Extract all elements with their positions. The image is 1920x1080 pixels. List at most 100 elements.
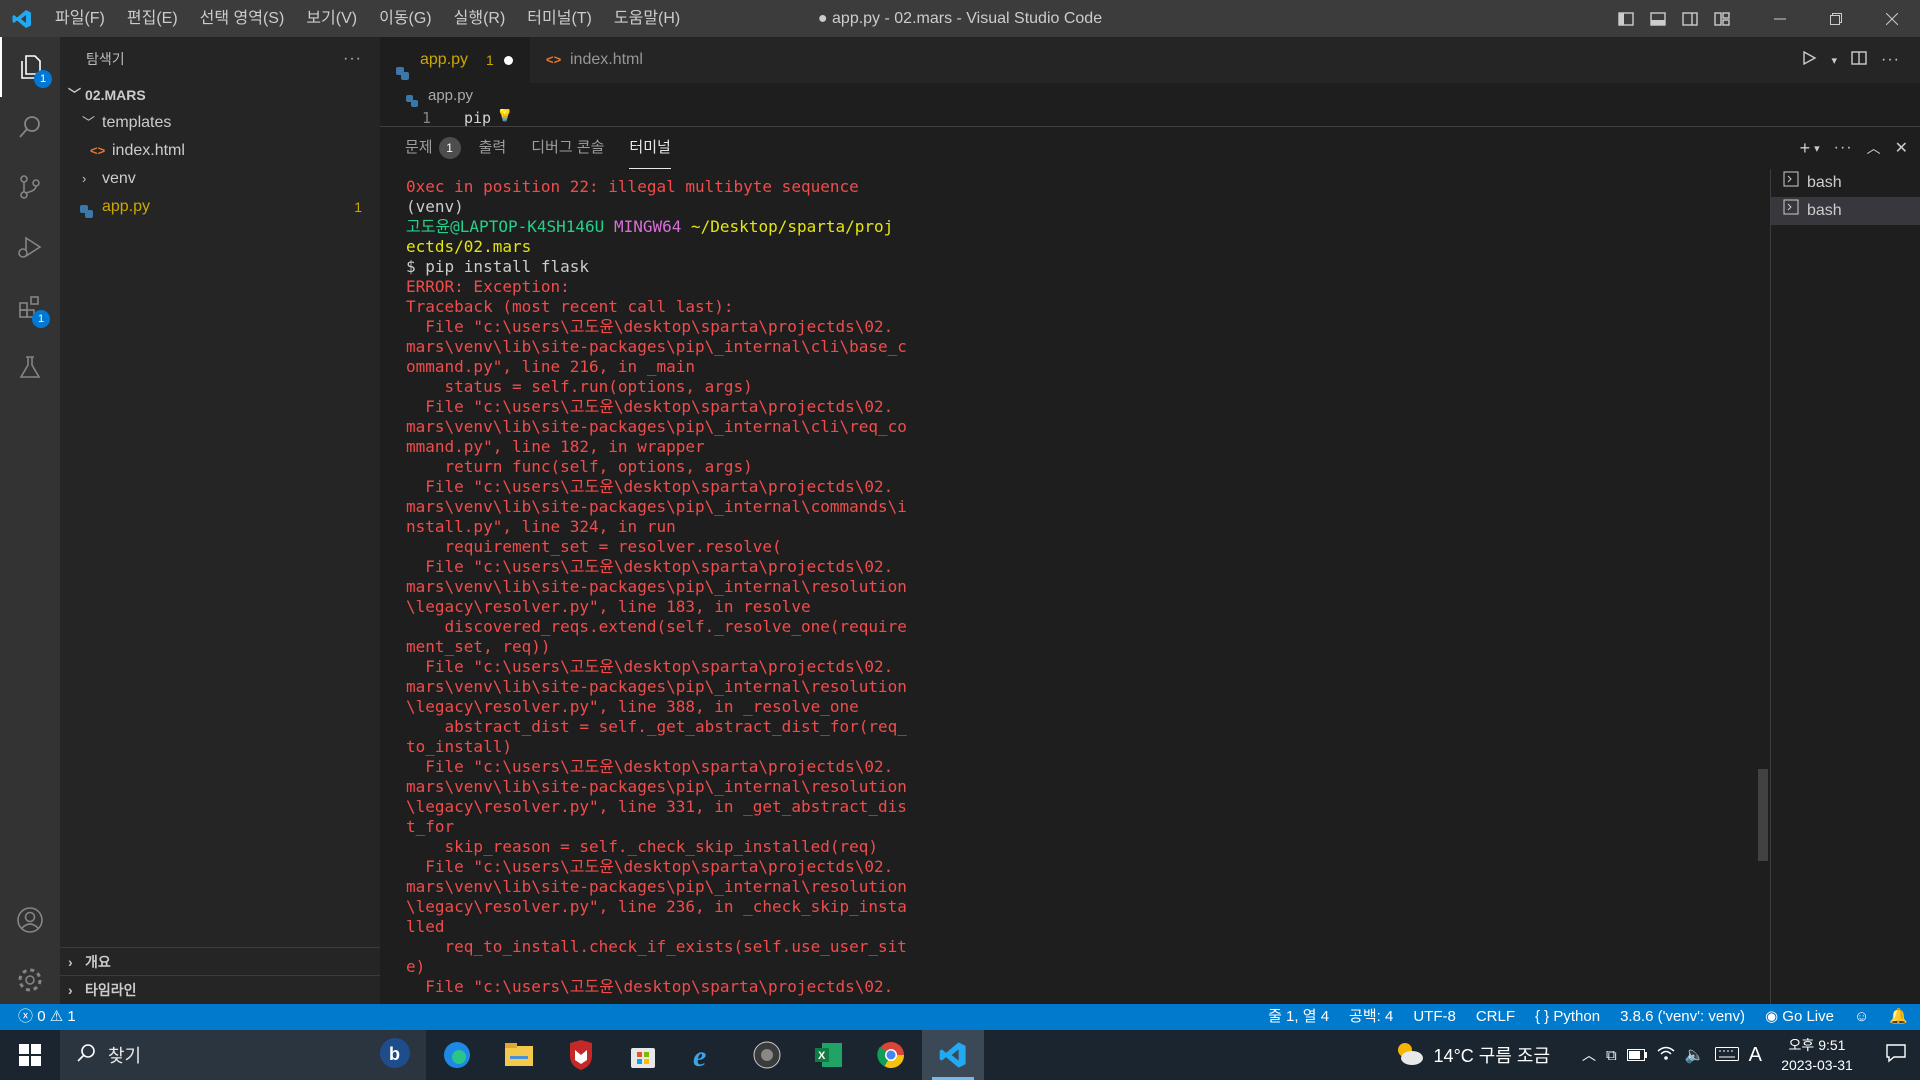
split-editor-icon[interactable] xyxy=(1851,50,1867,71)
extensions-icon[interactable]: 1 xyxy=(0,277,60,337)
code-line[interactable]: 1 pip 💡 xyxy=(380,109,1920,126)
svg-text:e: e xyxy=(693,1040,706,1070)
ms-store-icon[interactable] xyxy=(612,1030,674,1080)
edge-icon[interactable] xyxy=(426,1030,488,1080)
weather-icon[interactable] xyxy=(1394,1040,1424,1071)
terminal-line: \legacy\resolver.py", line 331, in _get_… xyxy=(406,797,907,816)
terminal-line: mars\venv\lib\site-packages\pip\_interna… xyxy=(406,417,907,436)
vscode-taskbar-icon[interactable] xyxy=(922,1030,984,1080)
menu-item[interactable]: 터미널(T) xyxy=(516,0,603,37)
tab-terminal[interactable]: 터미널 xyxy=(629,127,671,169)
keyboard-icon[interactable] xyxy=(1714,1045,1739,1066)
run-debug-icon[interactable] xyxy=(0,217,60,277)
menu-bar: 파일(F) 편집(E) 선택 영역(S) 보기(V) 이동(G) 실행(R) 터미널(T) 도… xyxy=(44,0,691,37)
source-control-icon[interactable] xyxy=(0,157,60,217)
toggle-primary-sidebar-icon[interactable] xyxy=(1610,0,1642,37)
mcafee-icon[interactable] xyxy=(550,1030,612,1080)
tab-index-html[interactable]: <> index.html xyxy=(530,37,680,83)
unsaved-dot-icon[interactable] xyxy=(504,56,513,65)
meet-now-icon[interactable]: ⧉ xyxy=(1606,1047,1617,1064)
problems-status[interactable]: ⓧ 0 ⚠ 1 xyxy=(18,1004,76,1030)
chevron-down-icon[interactable]: ▾ xyxy=(1831,54,1837,67)
accounts-icon[interactable] xyxy=(0,890,60,950)
ime-indicator[interactable]: A xyxy=(1749,1044,1762,1067)
bing-icon[interactable]: b xyxy=(378,1036,412,1075)
volume-icon[interactable]: 🔈 xyxy=(1685,1045,1705,1065)
minimize-icon[interactable] xyxy=(1752,0,1808,37)
timeline-section[interactable]: › 타임라인 xyxy=(60,975,380,1003)
outline-section[interactable]: › 개요 xyxy=(60,947,380,975)
run-python-icon[interactable] xyxy=(1801,50,1817,71)
more-actions-icon[interactable]: ··· xyxy=(1834,139,1853,157)
testing-icon[interactable] xyxy=(0,337,60,397)
obs-icon[interactable] xyxy=(736,1030,798,1080)
close-panel-icon[interactable]: ✕ xyxy=(1895,138,1908,158)
more-actions-icon[interactable]: ··· xyxy=(1881,51,1900,69)
tree-item-index-html[interactable]: <> index.html xyxy=(60,137,380,165)
menu-item[interactable]: 보기(V) xyxy=(295,0,368,37)
tab-problems[interactable]: 문제 1 xyxy=(405,127,461,169)
braces-icon: { } xyxy=(1535,1008,1550,1025)
toggle-secondary-sidebar-icon[interactable] xyxy=(1674,0,1706,37)
terminal-line: mars\venv\lib\site-packages\pip\_interna… xyxy=(406,777,907,796)
new-terminal-icon[interactable]: + xyxy=(1800,138,1811,159)
chevron-up-icon[interactable]: ︿ xyxy=(1582,1045,1596,1065)
close-window-icon[interactable] xyxy=(1864,0,1920,37)
chrome-icon[interactable] xyxy=(860,1030,922,1080)
search-icon[interactable] xyxy=(0,97,60,157)
menu-item[interactable]: 도움말(H) xyxy=(603,0,691,37)
tree-item-app-py[interactable]: app.py 1 xyxy=(60,193,380,221)
wifi-icon[interactable] xyxy=(1657,1045,1675,1066)
python-interpreter[interactable]: 3.8.6 ('venv': venv) xyxy=(1620,1004,1745,1030)
restore-icon[interactable] xyxy=(1808,0,1864,37)
tree-item-venv[interactable]: › venv xyxy=(60,165,380,193)
explorer-icon[interactable]: 1 xyxy=(0,37,60,97)
tab-app-py[interactable]: app.py 1 xyxy=(380,37,530,83)
breadcrumb[interactable]: app.py xyxy=(380,83,1920,109)
indentation[interactable]: 공백: 4 xyxy=(1349,1004,1393,1030)
maximize-panel-icon[interactable]: ︿ xyxy=(1867,138,1881,158)
language-mode[interactable]: { } Python xyxy=(1535,1004,1600,1030)
terminal-line: e) xyxy=(406,957,426,976)
encoding[interactable]: UTF-8 xyxy=(1413,1004,1456,1030)
terminal-icon xyxy=(1783,197,1799,225)
menu-item[interactable]: 선택 영역(S) xyxy=(189,0,296,37)
internet-explorer-icon[interactable]: e xyxy=(674,1030,736,1080)
menu-item[interactable]: 편집(E) xyxy=(116,0,189,37)
lightbulb-icon[interactable]: 💡 xyxy=(496,109,513,123)
feedback-icon[interactable]: ☺ xyxy=(1854,1004,1869,1030)
customize-layout-icon[interactable] xyxy=(1706,0,1738,37)
menu-item[interactable]: 파일(F) xyxy=(44,0,116,37)
excel-icon[interactable]: X xyxy=(798,1030,860,1080)
tree-item-templates[interactable]: ﹀ templates xyxy=(60,109,380,137)
manage-gear-icon[interactable] xyxy=(0,950,60,1010)
menu-item[interactable]: 이동(G) xyxy=(368,0,443,37)
notification-center-icon[interactable] xyxy=(1872,1043,1920,1068)
terminal-output[interactable]: 0xec in position 22: illegal multibyte s… xyxy=(406,177,907,997)
tab-output[interactable]: 출력 xyxy=(479,127,507,169)
more-actions-icon[interactable]: ··· xyxy=(343,50,362,68)
windows-start-icon[interactable] xyxy=(0,1030,60,1080)
terminal-line: ment_set, req)) xyxy=(406,637,551,656)
terminal-line: lled xyxy=(406,917,445,936)
terminal-instance-2[interactable]: bash xyxy=(1771,197,1920,225)
windows-taskbar: 찾기 b e X 14°C 구름 조금 ︿ ⧉ 🔈 A 오후 9:51 2023… xyxy=(0,1030,1920,1080)
terminal-instance-1[interactable]: bash xyxy=(1771,169,1920,197)
go-live-button[interactable]: ◉ Go Live xyxy=(1765,1004,1834,1030)
notifications-bell-icon[interactable]: 🔔 xyxy=(1889,1004,1908,1030)
tab-debug-console[interactable]: 디버그 콘솔 xyxy=(531,127,604,169)
cursor-position[interactable]: 줄 1, 열 4 xyxy=(1268,1004,1329,1030)
workspace-root[interactable]: ﹀ 02.MARS xyxy=(60,81,380,109)
end-of-line[interactable]: CRLF xyxy=(1476,1004,1515,1030)
toggle-panel-icon[interactable] xyxy=(1642,0,1674,37)
chevron-down-icon[interactable]: ▾ xyxy=(1814,142,1820,155)
file-explorer-icon[interactable] xyxy=(488,1030,550,1080)
clock[interactable]: 오후 9:51 2023-03-31 xyxy=(1772,1035,1862,1075)
taskbar-search[interactable]: 찾기 b xyxy=(60,1030,426,1080)
terminal-line: mars\venv\lib\site-packages\pip\_interna… xyxy=(406,577,907,596)
battery-icon[interactable] xyxy=(1626,1045,1647,1066)
weather-text[interactable]: 14°C 구름 조금 xyxy=(1434,1042,1550,1068)
menu-item[interactable]: 실행(R) xyxy=(443,0,517,37)
terminal-scrollbar[interactable] xyxy=(1758,769,1768,861)
vscode-logo-icon[interactable] xyxy=(0,0,44,37)
